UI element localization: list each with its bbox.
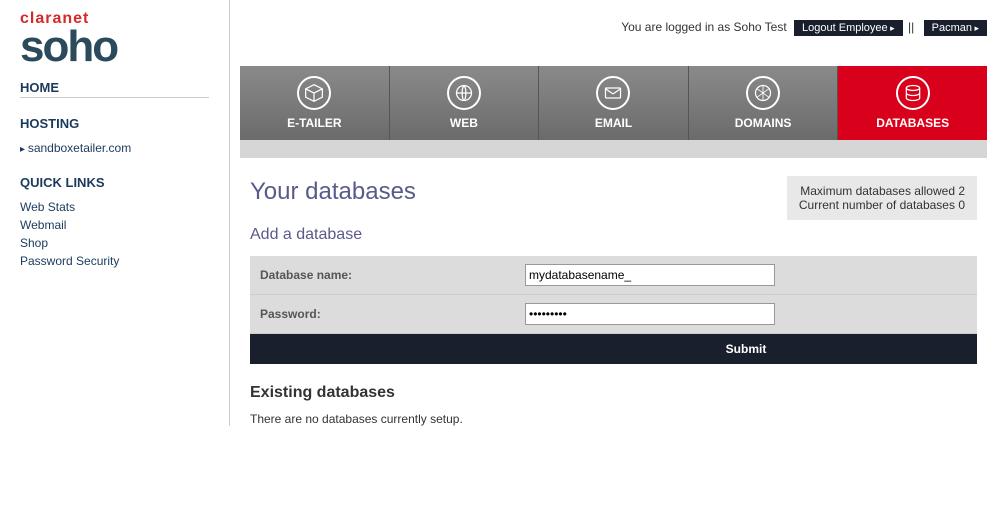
logo: claranet soho xyxy=(20,10,209,65)
tab-label: DATABASES xyxy=(876,116,949,130)
tab-email[interactable]: EMAIL xyxy=(539,66,689,140)
tab-label: E-TAILER xyxy=(287,116,341,130)
db-name-input[interactable] xyxy=(525,264,775,286)
info-current: Current number of databases 0 xyxy=(799,198,965,212)
tab-label: DOMAINS xyxy=(735,116,792,130)
topbar: You are logged in as Soho Test Logout Em… xyxy=(240,0,987,46)
tab-databases[interactable]: DATABASES xyxy=(838,66,987,140)
tab-web[interactable]: WEB xyxy=(390,66,540,140)
app-button[interactable]: Pacman xyxy=(924,20,987,36)
info-box: Maximum databases allowed 2 Current numb… xyxy=(787,176,977,220)
nav-quicklinks-heading: QUICK LINKS xyxy=(20,175,209,192)
logout-button[interactable]: Logout Employee xyxy=(794,20,903,36)
topbar-separator: || xyxy=(908,20,914,34)
tab-label: EMAIL xyxy=(595,116,632,130)
network-icon xyxy=(746,76,780,110)
logged-in-username: Soho Test xyxy=(734,20,787,34)
nav-home[interactable]: HOME xyxy=(20,80,209,98)
tab-etailer[interactable]: E-TAILER xyxy=(240,66,390,140)
nav-hosting-domain[interactable]: sandboxetailer.com xyxy=(20,139,209,157)
box-icon xyxy=(297,76,331,110)
mail-icon xyxy=(596,76,630,110)
nav-link-password-security[interactable]: Password Security xyxy=(20,252,209,270)
nav-link-webstats[interactable]: Web Stats xyxy=(20,198,209,216)
existing-heading: Existing databases xyxy=(250,384,977,402)
submit-button[interactable]: Submit xyxy=(515,334,977,365)
sub-bar xyxy=(240,140,987,158)
tab-label: WEB xyxy=(450,116,478,130)
info-max: Maximum databases allowed 2 xyxy=(799,184,965,198)
nav-link-shop[interactable]: Shop xyxy=(20,234,209,252)
password-input[interactable] xyxy=(525,303,775,325)
add-database-heading: Add a database xyxy=(250,226,977,244)
database-icon xyxy=(896,76,930,110)
password-label: Password: xyxy=(250,295,515,334)
logged-in-prefix: You are logged in as xyxy=(621,20,733,34)
tab-domains[interactable]: DOMAINS xyxy=(689,66,839,140)
globe-icon xyxy=(447,76,481,110)
existing-message: There are no databases currently setup. xyxy=(250,412,977,426)
nav-hosting-heading: HOSTING xyxy=(20,116,209,133)
db-name-label: Database name: xyxy=(250,256,515,295)
nav-link-webmail[interactable]: Webmail xyxy=(20,216,209,234)
logo-bottom: soho xyxy=(20,28,209,65)
